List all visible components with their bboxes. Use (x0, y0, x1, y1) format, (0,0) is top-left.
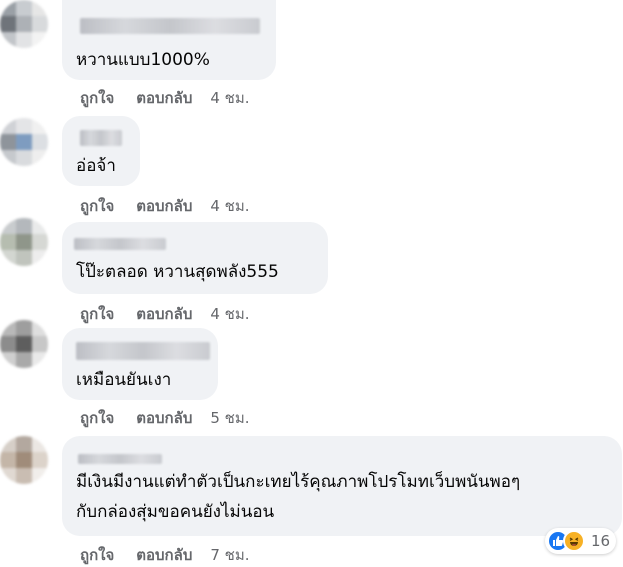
commenter-name[interactable] (80, 130, 122, 146)
comment-actions: ถูกใจ ตอบกลับ 4 ชม. (80, 302, 250, 326)
comment-actions: ถูกใจ ตอบกลับ 4 ชม. (80, 194, 250, 218)
comment-bubble: เหมือนยันเงา (62, 328, 218, 400)
comment-timestamp[interactable]: 4 ชม. (210, 86, 249, 110)
like-button[interactable]: ถูกใจ (80, 194, 114, 218)
reply-button[interactable]: ตอบกลับ (136, 194, 192, 218)
reply-button[interactable]: ตอบกลับ (136, 86, 192, 110)
comment-timestamp[interactable]: 7 ชม. (210, 543, 249, 567)
comment-bubble: อ่อจ้า (62, 116, 140, 186)
comment-bubble: หวานแบบ1000% (62, 0, 276, 80)
comment-text: มีเงินมีงานแต่ทำตัวเป็นกะเทยไร้คุณภาพโปร… (76, 472, 521, 492)
comment-actions: ถูกใจ ตอบกลับ 4 ชม. (80, 86, 250, 110)
comment-timestamp[interactable]: 4 ชม. (210, 302, 249, 326)
comment-text: เหมือนยันเงา (76, 370, 172, 390)
comment-bubble: มีเงินมีงานแต่ทำตัวเป็นกะเทยไร้คุณภาพโปร… (62, 436, 622, 536)
reaction-summary[interactable]: 16 (545, 528, 617, 554)
like-button[interactable]: ถูกใจ (80, 406, 114, 430)
reaction-count: 16 (591, 532, 611, 550)
avatar[interactable] (0, 0, 48, 48)
avatar[interactable] (0, 218, 48, 266)
commenter-name[interactable] (80, 18, 260, 34)
comment-text: โป๊ะตลอด หวานสุดพลัง555 (76, 262, 279, 282)
avatar[interactable] (0, 118, 48, 166)
haha-icon (563, 530, 585, 552)
comment-actions: ถูกใจ ตอบกลับ 5 ชม. (80, 406, 250, 430)
comment-text: หวานแบบ1000% (76, 50, 210, 70)
like-button[interactable]: ถูกใจ (80, 302, 114, 326)
like-button[interactable]: ถูกใจ (80, 86, 114, 110)
reply-button[interactable]: ตอบกลับ (136, 406, 192, 430)
comment-timestamp[interactable]: 4 ชม. (210, 194, 249, 218)
commenter-name[interactable] (74, 238, 166, 250)
comment-bubble: โป๊ะตลอด หวานสุดพลัง555 (62, 222, 328, 294)
like-button[interactable]: ถูกใจ (80, 543, 114, 567)
reply-button[interactable]: ตอบกลับ (136, 543, 192, 567)
comment-timestamp[interactable]: 5 ชม. (210, 406, 249, 430)
avatar[interactable] (0, 320, 48, 368)
commenter-name[interactable] (78, 454, 162, 464)
comment-actions: ถูกใจ ตอบกลับ 7 ชม. (80, 543, 250, 567)
comment-text: อ่อจ้า (76, 156, 116, 176)
commenter-name[interactable] (76, 342, 210, 360)
comment-text: กับกล่องสุ่มขอคนยังไม่นอน (76, 502, 275, 522)
avatar[interactable] (0, 436, 48, 484)
reply-button[interactable]: ตอบกลับ (136, 302, 192, 326)
